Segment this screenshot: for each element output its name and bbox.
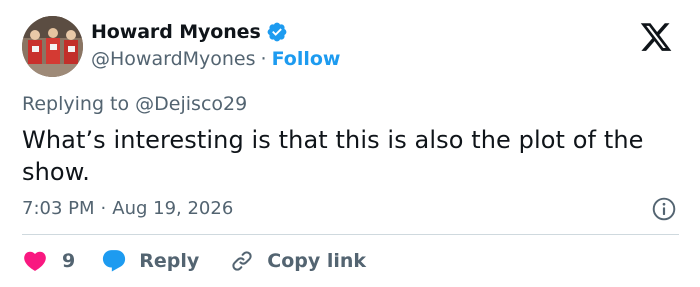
like-count: 9: [62, 250, 76, 272]
reply-label: Reply: [139, 250, 200, 272]
divider: [22, 234, 679, 235]
tweet-timestamp[interactable]: 7:03 PM · Aug 19, 2026: [22, 198, 233, 219]
copy-link-button[interactable]: Copy link: [229, 248, 366, 274]
reply-button[interactable]: Reply: [101, 248, 229, 274]
author-name-row: Howard Myones: [91, 21, 288, 43]
info-icon[interactable]: [651, 196, 677, 222]
tweet-time: 7:03 PM: [22, 198, 95, 219]
x-logo-icon[interactable]: [636, 20, 676, 54]
timestamp-separator: ·: [100, 198, 107, 219]
verified-badge-icon: [267, 22, 287, 42]
handle-separator: ·: [260, 48, 267, 70]
replying-to: Replying to @Dejisco29: [22, 93, 247, 115]
link-icon: [232, 251, 252, 271]
speech-bubble-icon: [103, 250, 126, 272]
avatar-image: [22, 16, 83, 77]
author-display-name[interactable]: Howard Myones: [91, 21, 261, 43]
copy-link-label: Copy link: [267, 250, 367, 272]
action-bar: 9 Reply Copy link: [22, 246, 366, 276]
avatar[interactable]: [22, 16, 83, 77]
tweet-text: What’s interesting is that this is also …: [22, 126, 644, 186]
heart-icon: [24, 251, 46, 271]
like-button[interactable]: 9: [22, 248, 101, 274]
replying-to-prefix: Replying to: [22, 93, 130, 115]
author-handle[interactable]: @HowardMyones: [91, 48, 256, 70]
tweet-date: Aug 19, 2026: [112, 198, 234, 219]
follow-button[interactable]: Follow: [272, 48, 341, 70]
author-handle-row: @HowardMyones · Follow: [91, 48, 340, 70]
replying-to-mention[interactable]: @Dejisco29: [135, 93, 247, 115]
